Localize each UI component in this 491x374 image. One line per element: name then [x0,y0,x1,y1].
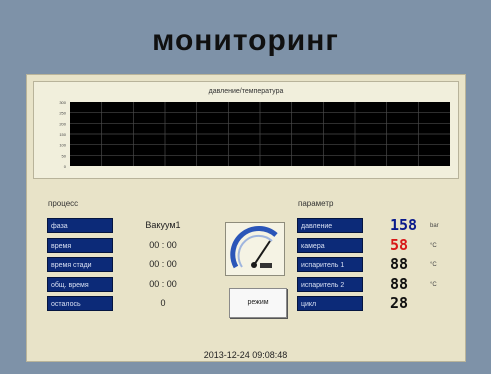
parameter-digital-readout: 88 [390,255,409,273]
chart-title: давление/температура [208,88,284,95]
process-row-label: осталось [47,296,113,311]
parameter-unit: °C [430,242,437,249]
process-row-value: Вакуум1 [145,220,181,230]
parameter-section-label: параметр [298,199,334,208]
chart-panel: 300 250 200 150 100 50 0 давление/температура [33,81,459,179]
y-tick-label: 300 [59,100,66,105]
parameter-unit: bar [430,223,439,229]
parameter-row-label: испаритель 2 [297,276,363,292]
process-row-value: 00 : 00 [149,239,177,250]
y-tick-label: 150 [59,132,66,137]
process-row-value: 00 : 00 [149,278,177,289]
process-row-label: общ. время [47,276,113,292]
mode-button[interactable]: режим [229,288,287,318]
parameter-row-label: давление [297,218,363,233]
process-row-label: время [47,237,113,253]
parameter-row-label: камера [297,237,363,253]
pressure-gauge [225,222,285,276]
parameter-digital-readout: 58 [390,235,409,254]
process-row-label: время стади [47,257,113,272]
y-tick-label: 200 [59,121,66,126]
y-tick-label: 250 [59,111,66,116]
parameter-digital-readout: 28 [390,294,409,312]
parameter-digital-readout: 88 [390,274,409,293]
parameter-unit: °C [430,262,437,268]
timestamp: 2013-12-24 09:08:48 [203,350,288,360]
parameter-unit: °C [430,281,437,288]
process-row-value: 0 [160,298,166,308]
process-row-label: фаза [47,218,113,233]
page-title: мониторинг [152,24,339,57]
y-tick-label: 0 [64,164,67,169]
y-tick-label: 50 [62,153,67,158]
process-row-value: 00 : 00 [149,259,177,269]
parameter-row-label: цикл [297,296,363,311]
y-tick-label: 100 [59,143,66,148]
parameter-row-label: испаритель 1 [297,257,363,272]
parameter-digital-readout: 158 [390,216,418,234]
line-chart: 300 250 200 150 100 50 0 [59,100,450,169]
gauge-icon [230,226,278,269]
process-section-label: процесс [48,199,79,208]
